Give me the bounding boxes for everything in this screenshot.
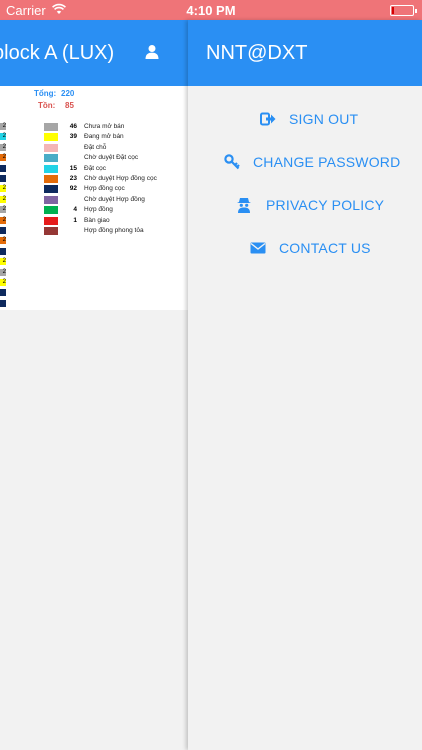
legend-swatch <box>44 195 58 204</box>
block-summary: Tổng: 220 Tồn: 85 46 Chưa mở bán 39 Đang mở… <box>0 86 188 310</box>
legend-count: 39 <box>69 133 77 141</box>
legend-label: Hợp đồng <box>84 206 113 214</box>
legend-swatch <box>44 164 58 173</box>
unit-cell[interactable]: 2 <box>0 133 6 141</box>
legend-swatch <box>44 175 58 183</box>
legend-label: Đặt chỗ <box>84 143 107 151</box>
unit-cell[interactable] <box>0 227 6 234</box>
unit-cell[interactable]: 2 <box>0 216 6 224</box>
block-title: block A (LUX) <box>0 42 115 64</box>
remaining-value: 85 <box>65 101 74 110</box>
legend-label: Bàn giao <box>84 216 110 224</box>
side-menu: NNT@DXT SIGN OUT CHANGE PASSWORD PRIVACY… <box>188 20 422 750</box>
block-header: block A (LUX) <box>0 20 188 86</box>
legend-label: Chờ duyệt Hợp đồng <box>84 195 145 203</box>
unit-cell[interactable] <box>0 175 6 182</box>
legend-count: 4 <box>73 206 77 214</box>
unit-cell[interactable]: 2 <box>0 123 6 130</box>
unit-cell[interactable]: 2 <box>0 185 6 193</box>
battery-icon <box>390 5 417 16</box>
unit-cell[interactable]: 2 <box>0 279 6 286</box>
privacy-policy-button[interactable]: PRIVACY POLICY <box>188 190 422 220</box>
legend-label: Chưa mở bán <box>84 123 125 130</box>
legend-swatch <box>44 133 58 142</box>
spy-icon <box>237 198 251 213</box>
unit-cell[interactable]: 2 <box>0 195 6 203</box>
unit-cell[interactable] <box>0 164 6 172</box>
legend-swatch <box>44 227 58 235</box>
key-icon <box>224 154 240 170</box>
legend-label: Đang mở bán <box>84 133 124 141</box>
remaining-label: Tồn: <box>38 101 56 110</box>
sign-out-icon <box>260 112 276 126</box>
legend-swatch <box>44 216 58 225</box>
legend-swatch <box>44 154 58 163</box>
unit-cell[interactable] <box>0 299 6 307</box>
legend-swatch <box>44 123 58 131</box>
legend-count: 46 <box>69 123 77 130</box>
user-icon[interactable] <box>144 44 160 60</box>
block-panel: block A (LUX) Tổng: 220 Tồn: 85 46 Chưa m… <box>0 20 188 750</box>
legend-label: Chờ duyệt Hợp đồng cọc <box>84 175 157 182</box>
legend-swatch <box>44 143 58 152</box>
legend-label: Đặt cọc <box>84 164 107 172</box>
unit-cell[interactable]: 2 <box>0 258 6 266</box>
legend-swatch <box>44 185 58 194</box>
envelope-icon <box>250 242 266 254</box>
sign-out-button[interactable]: SIGN OUT <box>188 104 422 134</box>
legend-swatch <box>44 206 58 215</box>
menu-header: NNT@DXT <box>188 20 422 86</box>
unit-cell[interactable]: 2 <box>0 237 6 245</box>
change-password-label: CHANGE PASSWORD <box>253 154 401 170</box>
remaining-summary: Tồn: 85 <box>38 101 74 110</box>
legend-count: 92 <box>69 185 77 193</box>
legend-label: Hợp đồng cọc <box>84 185 125 193</box>
privacy-policy-label: PRIVACY POLICY <box>266 197 385 213</box>
change-password-button[interactable]: CHANGE PASSWORD <box>188 147 422 177</box>
legend-label: Hợp đồng phong tỏa <box>84 227 144 234</box>
clock: 4:10 PM <box>186 3 236 18</box>
unit-cell[interactable]: 2 <box>0 143 6 151</box>
unit-cell[interactable] <box>0 289 6 297</box>
contact-us-button[interactable]: CONTACT US <box>188 233 422 263</box>
unit-cell[interactable]: 2 <box>0 206 6 214</box>
status-bar: Carrier 4:10 PM <box>0 0 422 20</box>
sign-out-label: SIGN OUT <box>289 111 359 127</box>
unit-cell[interactable]: 2 <box>0 268 6 276</box>
legend-count: 15 <box>69 164 77 172</box>
contact-us-label: CONTACT US <box>279 240 371 256</box>
legend-count: 1 <box>73 216 77 224</box>
total-summary: Tổng: 220 <box>34 89 74 98</box>
total-value: 220 <box>61 89 75 98</box>
account-name: NNT@DXT <box>206 42 308 64</box>
unit-cell[interactable]: 2 <box>0 154 6 162</box>
total-label: Tổng: <box>34 89 57 98</box>
unit-cell[interactable] <box>0 247 6 255</box>
legend-count: 23 <box>69 175 77 182</box>
legend-label: Chờ duyệt Đặt cọc <box>84 154 139 162</box>
